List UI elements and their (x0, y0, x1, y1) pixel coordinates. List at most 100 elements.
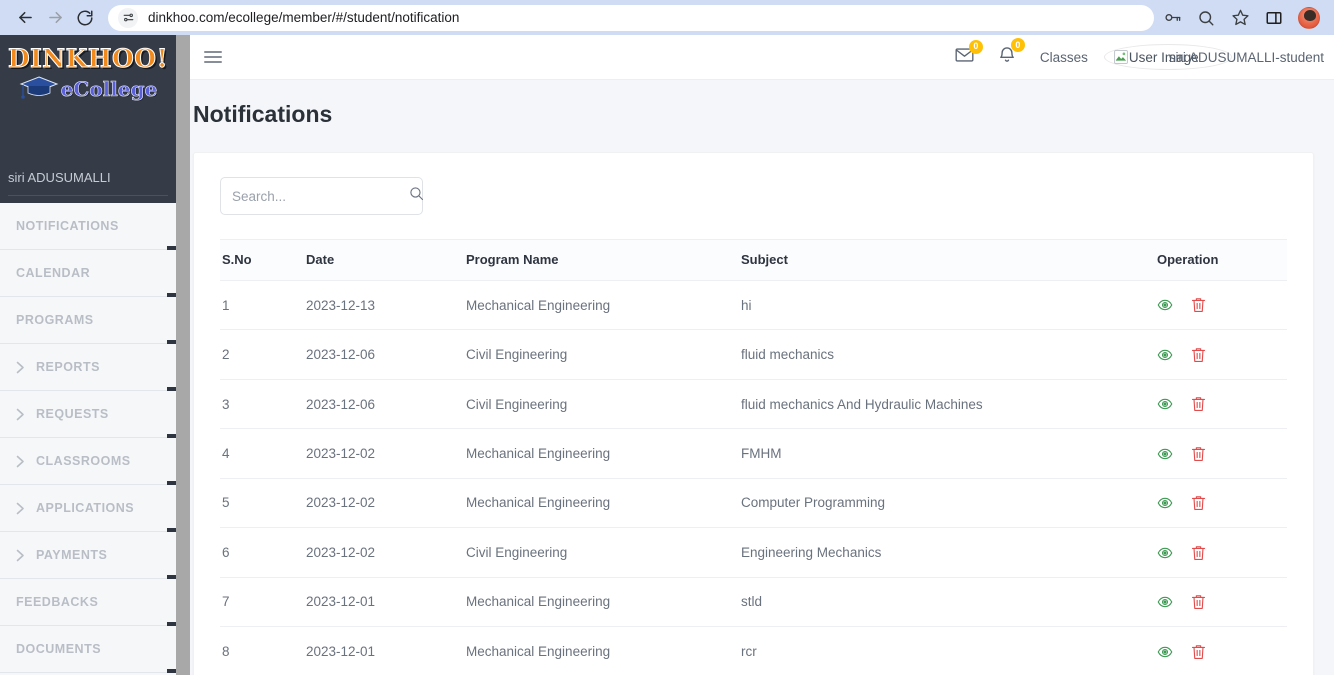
sidebar-item-label: DOCUMENTS (16, 642, 102, 656)
logo-dinkhoo-text: DINKHOO! (7, 44, 169, 73)
cell-program: Mechanical Engineering (466, 626, 741, 675)
eye-icon[interactable] (1157, 446, 1173, 462)
table-body: 1 2023-12-13 Mechanical Engineering hi 2 (220, 280, 1287, 675)
cell-program: Mechanical Engineering (466, 280, 741, 331)
sidebar-item-notifications[interactable]: NOTIFICATIONS (0, 203, 176, 250)
browser-actions (1162, 6, 1324, 29)
eye-icon[interactable] (1157, 495, 1173, 511)
sidebar-nav: NOTIFICATIONS CALENDAR PROGRAMS REPORTS … (0, 203, 176, 675)
trash-icon[interactable] (1191, 396, 1206, 412)
cell-sno: 4 (220, 428, 306, 479)
eye-icon[interactable] (1157, 594, 1173, 610)
sidebar-item-applications[interactable]: APPLICATIONS (0, 485, 176, 532)
user-menu[interactable]: User Image siri ADUSUMALLI-student (1103, 44, 1324, 70)
table-row: 8 2023-12-01 Mechanical Engineering rcr (220, 626, 1287, 675)
trash-icon[interactable] (1191, 347, 1206, 363)
app-topbar: 0 0 Classes User Image siri ADUSUMALLI-s… (190, 35, 1334, 80)
forward-button[interactable] (40, 3, 70, 33)
sidebar-item-calendar[interactable]: CALENDAR (0, 250, 176, 297)
search-icon[interactable] (1196, 8, 1216, 28)
cell-subject: hi (741, 280, 1157, 331)
table-row: 4 2023-12-02 Mechanical Engineering FMHM (220, 428, 1287, 479)
cell-date: 2023-12-06 (306, 379, 466, 430)
trash-icon[interactable] (1191, 297, 1206, 313)
trash-icon[interactable] (1191, 644, 1206, 660)
column-header-date[interactable]: Date (306, 239, 466, 281)
eye-icon[interactable] (1157, 297, 1173, 313)
cell-subject: fluid mechanics (741, 329, 1157, 380)
trash-icon[interactable] (1191, 594, 1206, 610)
cell-operations (1157, 280, 1287, 331)
search-input[interactable] (232, 188, 409, 204)
reload-button[interactable] (70, 3, 100, 33)
sidebar-item-requests[interactable]: REQUESTS (0, 391, 176, 438)
messages-button[interactable]: 0 (955, 39, 983, 68)
address-bar[interactable]: dinkhoo.com/ecollege/member/#/student/no… (108, 4, 1154, 31)
sidebar-item-payments[interactable]: PAYMENTS (0, 532, 176, 579)
cell-operations (1157, 478, 1287, 529)
cell-sno: 5 (220, 478, 306, 529)
cell-sno: 2 (220, 329, 306, 380)
column-header-subject[interactable]: Subject (741, 239, 1157, 281)
cell-program: Mechanical Engineering (466, 478, 741, 529)
column-header-sno[interactable]: S.No (220, 239, 306, 281)
search-icon[interactable] (409, 186, 424, 206)
trash-icon[interactable] (1191, 446, 1206, 462)
notifications-button[interactable]: 0 (998, 38, 1025, 69)
sidebar-item-label: REQUESTS (36, 407, 109, 421)
sidebar-item-label: CALENDAR (16, 266, 91, 280)
cell-sno: 3 (220, 379, 306, 430)
page-title: Notifications (193, 101, 333, 127)
hamburger-icon[interactable] (204, 51, 222, 63)
sidebar-item-label: FEEDBACKS (16, 595, 99, 609)
table-row: 7 2023-12-01 Mechanical Engineering stld (220, 577, 1287, 628)
cell-sno: 6 (220, 527, 306, 578)
forward-arrow-icon (46, 8, 65, 27)
cell-operations (1157, 428, 1287, 479)
eye-icon[interactable] (1157, 396, 1173, 412)
back-button[interactable] (10, 3, 40, 33)
profile-avatar[interactable] (1298, 6, 1320, 29)
eye-icon[interactable] (1157, 545, 1173, 561)
side-panel-icon[interactable] (1264, 8, 1284, 28)
star-icon[interactable] (1230, 8, 1250, 28)
eye-icon[interactable] (1157, 347, 1173, 363)
site-settings-icon[interactable] (118, 7, 138, 28)
cell-date: 2023-12-13 (306, 280, 466, 331)
key-icon[interactable] (1162, 8, 1182, 28)
cell-date: 2023-12-01 (306, 626, 466, 675)
sidebar-item-label: PROGRAMS (16, 313, 94, 327)
table-row: 2 2023-12-06 Civil Engineering fluid mec… (220, 329, 1287, 380)
sidebar-item-classrooms[interactable]: CLASSROOMS (0, 438, 176, 485)
chevron-right-icon (16, 455, 25, 468)
sidebar-item-documents[interactable]: DOCUMENTS (0, 626, 176, 673)
eye-icon[interactable] (1157, 644, 1173, 660)
brand-logo[interactable]: DINKHOO! eCollege (0, 35, 176, 135)
classes-link[interactable]: Classes (1040, 50, 1088, 65)
sidebar-item-label: APPLICATIONS (36, 501, 135, 515)
search-box[interactable] (220, 177, 424, 215)
column-header-program-name[interactable]: Program Name (466, 239, 741, 281)
trash-icon[interactable] (1191, 545, 1206, 561)
sidebar-item-programs[interactable]: PROGRAMS (0, 297, 176, 344)
cell-subject: stld (741, 577, 1157, 628)
broken-image-icon (1114, 50, 1128, 64)
table-row: 6 2023-12-02 Civil Engineering Engineeri… (220, 527, 1287, 578)
app-page: DINKHOO! eCollege siri ADUSUMALLI NOTIFI… (0, 35, 1334, 675)
sidebar-scrollbar-thumb[interactable] (176, 35, 190, 675)
sidebar-item-reports[interactable]: REPORTS (0, 344, 176, 391)
cell-date: 2023-12-02 (306, 478, 466, 529)
sidebar-item-label: NOTIFICATIONS (16, 219, 119, 233)
sidebar-item-label: PAYMENTS (36, 548, 108, 562)
back-arrow-icon (16, 8, 35, 27)
logo-ecollege-text: eCollege (60, 77, 158, 102)
cell-date: 2023-12-01 (306, 577, 466, 628)
trash-icon[interactable] (1191, 495, 1206, 511)
graduation-cap-icon (19, 74, 59, 105)
cell-date: 2023-12-02 (306, 428, 466, 479)
cell-program: Civil Engineering (466, 527, 741, 578)
sidebar-item-feedbacks[interactable]: FEEDBACKS (0, 579, 176, 626)
notifications-card: S.No Date Program Name Subject Operation… (193, 152, 1314, 675)
browser-toolbar: dinkhoo.com/ecollege/member/#/student/no… (0, 0, 1334, 35)
cell-date: 2023-12-02 (306, 527, 466, 578)
